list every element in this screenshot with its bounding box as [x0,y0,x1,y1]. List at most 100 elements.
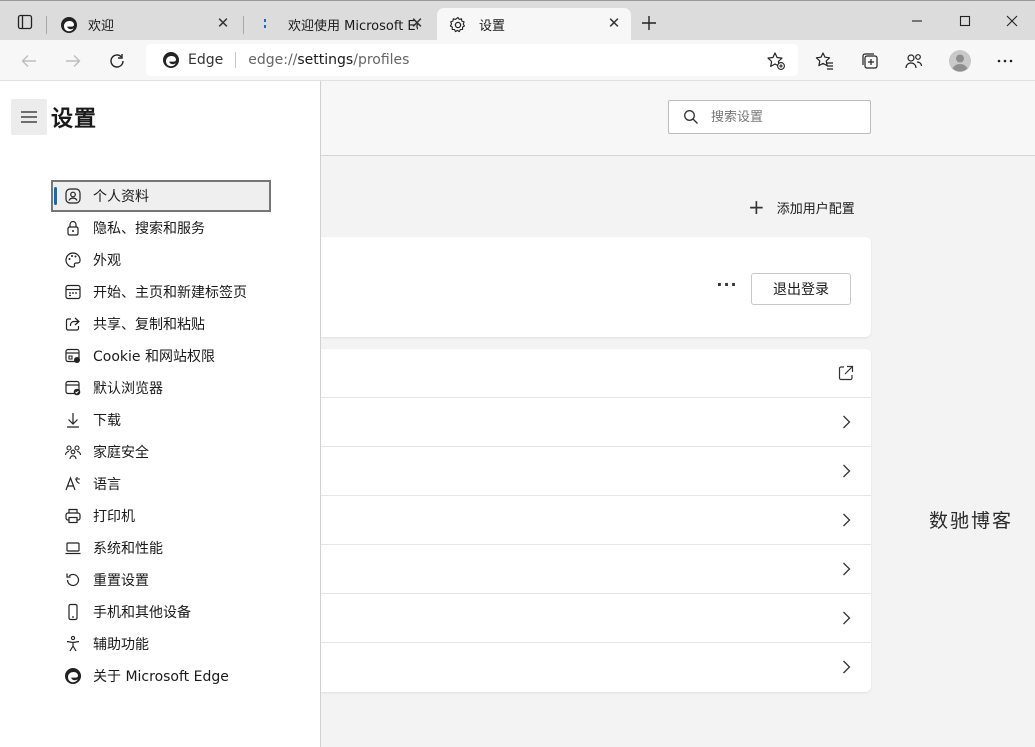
menu-toggle-button[interactable] [11,99,47,135]
extensions-button[interactable] [899,46,929,76]
sidebar-item-profiles[interactable]: 个人资料 [51,180,271,212]
sidebar-item-appearance[interactable]: 外观 [51,244,271,276]
laptop-icon [63,538,83,558]
profile-card: ··· 退出登录 [321,237,871,337]
content-header [321,81,1035,156]
settings-search[interactable] [668,100,871,134]
sidebar-item-system[interactable]: 系统和性能 [51,532,271,564]
sidebar-item-label: 打印机 [93,509,135,525]
arrow-right-icon [66,55,81,67]
tab-actions-button[interactable] [8,7,42,37]
sidebar-item-label: 手机和其他设备 [93,605,191,621]
tab-close-button[interactable]: ✕ [406,12,428,34]
sidebar-item-share[interactable]: 共享、复制和粘贴 [51,308,271,340]
tab-close-button[interactable]: ✕ [603,12,625,34]
avatar-icon [949,50,971,72]
sidebar-item-reset[interactable]: 重置设置 [51,564,271,596]
sidebar-item-label: 辅助功能 [93,637,149,653]
sidebar-item-default-browser[interactable]: 默认浏览器 [51,372,271,404]
sign-out-button[interactable]: 退出登录 [751,273,851,305]
add-favorite-icon[interactable] [766,51,786,71]
close-icon [1006,15,1018,27]
maximize-button[interactable] [948,7,982,35]
url-suffix: /profiles [353,52,410,68]
back-button[interactable] [14,46,44,76]
sidebar-item-label: 开始、主页和新建标签页 [93,285,247,301]
sidebar-item-label: 隐私、搜索和服务 [93,221,205,237]
tab-actions-icon [17,14,33,30]
profile-settings-list [321,349,871,692]
sidebar-item-label: 个人资料 [93,189,149,205]
sidebar-item-phone[interactable]: 手机和其他设备 [51,596,271,628]
external-link-icon [838,365,854,381]
tab-settings[interactable]: 设置 ✕ [437,8,631,41]
collections-button[interactable] [855,46,885,76]
list-item[interactable] [321,496,871,545]
accessibility-icon [63,634,83,654]
tab-close-button[interactable]: ✕ [212,12,234,34]
sidebar-item-start-home[interactable]: 开始、主页和新建标签页 [51,276,271,308]
tab-label: 欢迎 [88,19,115,34]
address-url[interactable]: edge://settings/profiles [248,52,409,68]
maximize-icon [959,15,971,27]
settings-sidebar: 设置 个人资料 隐私、搜索和服务 外观 开始、主页和新建标签页 共享、复制和粘贴… [0,81,321,747]
forward-button[interactable] [58,46,88,76]
palette-icon [63,250,83,270]
edge-logo-icon [63,666,83,686]
new-tab-button[interactable] [637,11,661,35]
sidebar-item-downloads[interactable]: 下载 [51,404,271,436]
refresh-button[interactable] [102,46,132,76]
default-browser-icon [63,378,83,398]
sidebar-item-about[interactable]: 关于 Microsoft Edge [51,660,271,692]
list-item[interactable] [321,594,871,643]
chevron-right-icon [843,415,851,429]
sidebar-item-privacy[interactable]: 隐私、搜索和服务 [51,212,271,244]
tab-welcome[interactable]: 欢迎 ✕ [48,8,240,41]
sidebar-item-label: 下载 [93,413,121,429]
sidebar-item-label: 共享、复制和粘贴 [93,317,205,333]
close-window-button[interactable] [995,7,1029,35]
sidebar-item-cookies[interactable]: Cookie 和网站权限 [51,340,271,372]
address-brand: Edge [188,52,224,68]
sidebar-item-label: 语言 [93,477,121,493]
list-item[interactable] [321,643,871,692]
list-item[interactable] [321,545,871,594]
share-icon [63,314,83,334]
sidebar-item-label: 重置设置 [93,573,149,589]
url-prefix: edge:// [248,52,298,68]
language-icon [63,474,83,494]
lock-icon [63,218,83,238]
home-page-icon [63,282,83,302]
more-options-button[interactable]: ··· [714,277,740,297]
sidebar-item-languages[interactable]: 语言 [51,468,271,500]
sidebar-item-label: Cookie 和网站权限 [93,349,215,365]
sidebar-item-accessibility[interactable]: 辅助功能 [51,628,271,660]
refresh-icon [110,54,124,68]
list-item[interactable] [321,447,871,496]
family-icon [63,442,83,462]
tab-strip: 欢迎 ✕ 欢迎使用 Microsoft Edge ✕ 设置 ✕ [0,0,1035,41]
add-profile-button[interactable]: + 添加用户配置 [748,196,855,218]
collections-icon [862,53,878,69]
favorites-icon [815,52,833,70]
url-path: settings [297,52,354,68]
tab-welcome-edge[interactable]: 欢迎使用 Microsoft Edge ✕ [244,8,434,41]
loading-icon [264,18,266,28]
list-item[interactable] [321,349,871,398]
edge-logo-icon [61,16,77,33]
site-permissions-icon [63,346,83,366]
reset-icon [63,570,83,590]
tab-label: 欢迎使用 Microsoft Edge [288,19,418,34]
sidebar-item-printers[interactable]: 打印机 [51,500,271,532]
address-bar[interactable]: Edge edge://settings/profiles [146,44,798,76]
search-input[interactable] [711,109,861,125]
profile-button[interactable] [945,46,975,76]
more-horizontal-icon [997,59,1013,63]
settings-more-button[interactable] [990,46,1020,76]
sidebar-item-family[interactable]: 家庭安全 [51,436,271,468]
chevron-right-icon [843,562,851,576]
sidebar-item-label: 家庭安全 [93,445,149,461]
favorites-button[interactable] [810,46,840,76]
list-item[interactable] [321,398,871,447]
minimize-button[interactable] [900,7,934,35]
